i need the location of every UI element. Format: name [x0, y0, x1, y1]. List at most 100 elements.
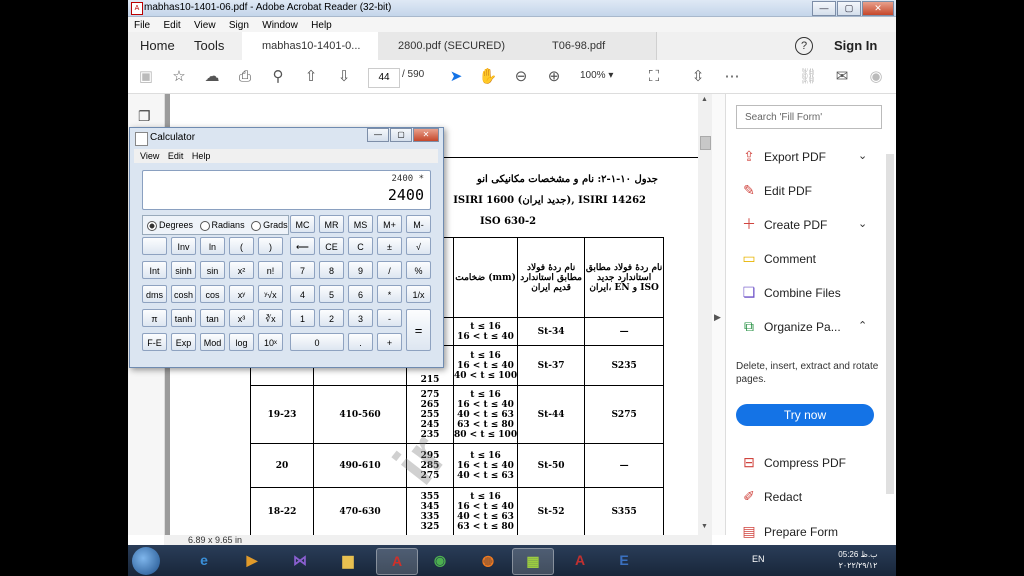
calc-key[interactable]: ( [229, 237, 254, 255]
calc-key-equals[interactable]: = [406, 309, 431, 351]
tool-combine-files[interactable]: ❏ Combine Files [740, 282, 841, 302]
zoom-level[interactable]: 100% ▾ [580, 70, 613, 81]
tool-comment[interactable]: ▭ Comment [740, 248, 816, 268]
calc-key[interactable]: cosh [171, 285, 196, 303]
taskbar-visual-studio-icon[interactable]: ⋈ [280, 548, 320, 573]
calc-key[interactable]: CE [319, 237, 344, 255]
vertical-scrollbar[interactable]: ▲ ▼ [698, 94, 712, 535]
menu-window[interactable]: Window [262, 20, 298, 31]
close-button[interactable]: ✕ [862, 1, 894, 16]
calc-close-button[interactable]: ✕ [413, 128, 439, 142]
calc-key[interactable]: Inv [171, 237, 196, 255]
calc-key[interactable]: n! [258, 261, 283, 279]
calc-menu-edit[interactable]: Edit [168, 151, 184, 161]
calc-key[interactable]: tanh [171, 309, 196, 327]
next-page-icon[interactable]: ⇩ [334, 67, 354, 87]
fit-page-icon[interactable]: ⛶ [644, 67, 664, 87]
calc-key[interactable]: sinh [171, 261, 196, 279]
calc-key[interactable]: ⟵ [290, 237, 315, 255]
taskbar-file-explorer-icon[interactable]: ▆ [328, 548, 368, 573]
calc-key[interactable]: 1/x [406, 285, 431, 303]
hand-tool-icon[interactable]: ✋ [478, 67, 498, 87]
tool-redact[interactable]: ✐ Redact [740, 486, 802, 506]
scroll-up-icon[interactable]: ▲ [701, 96, 708, 103]
calc-maximize-button[interactable]: ▢ [390, 128, 412, 142]
calc-key[interactable]: ± [377, 237, 402, 255]
calc-key[interactable]: 8 [319, 261, 344, 279]
calc-key[interactable]: Exp [171, 333, 196, 351]
email-icon[interactable]: ✉ [832, 67, 852, 87]
tool-compress-pdf[interactable]: ⊟ Compress PDF [740, 452, 846, 472]
taskbar-acrobat-icon[interactable]: A [376, 548, 418, 575]
share-link-icon[interactable]: ⛓ [798, 67, 818, 87]
calc-key[interactable]: 7 [290, 261, 315, 279]
calc-key[interactable]: Int [142, 261, 167, 279]
tool-export-pdf[interactable]: ⇪ Export PDF ⌄ [740, 146, 867, 166]
previous-page-icon[interactable]: ⇧ [301, 67, 321, 87]
calc-key[interactable]: ʸ√x [258, 285, 283, 303]
taskbar-calculator-icon[interactable]: ▦ [512, 548, 554, 575]
calc-key[interactable]: 5 [319, 285, 344, 303]
language-indicator[interactable]: EN [752, 554, 765, 564]
calc-key[interactable]: 4 [290, 285, 315, 303]
chevron-down-icon[interactable]: ⌄ [858, 214, 867, 234]
horizontal-scrollbar[interactable] [164, 535, 712, 545]
panel-collapse-icon[interactable]: ▶ [714, 312, 721, 323]
calc-key[interactable]: Mod [200, 333, 225, 351]
calc-key[interactable]: * [377, 285, 402, 303]
menu-sign[interactable]: Sign [229, 20, 249, 31]
tool-create-pdf[interactable]: ＋ Create PDF ⌄ [740, 214, 867, 234]
calc-key[interactable]: ) [258, 237, 283, 255]
calc-key-mplus[interactable]: M+ [377, 215, 402, 233]
taskbar-etabs-icon[interactable]: E [604, 548, 644, 573]
calc-key[interactable]: dms [142, 285, 167, 303]
tab-document-active[interactable]: mabhas10-1401-0... ✕ [242, 32, 397, 60]
calc-key[interactable]: tan [200, 309, 225, 327]
angle-radians[interactable]: Radians [199, 216, 245, 234]
calc-key[interactable]: 1 [290, 309, 315, 327]
tool-edit-pdf[interactable]: ✎ Edit PDF [740, 180, 812, 200]
start-button[interactable] [132, 547, 160, 575]
zoom-out-icon[interactable]: ⊖ [511, 67, 531, 87]
panel-scrollbar[interactable] [886, 154, 894, 494]
menu-view[interactable]: View [194, 20, 216, 31]
select-cursor-icon[interactable]: ➤ [446, 67, 466, 87]
calc-key[interactable]: x² [229, 261, 254, 279]
tool-prepare-form[interactable]: ▤ Prepare Form [740, 521, 838, 541]
calc-key-mr[interactable]: MR [319, 215, 344, 233]
upload-cloud-icon[interactable]: ☁ [202, 67, 222, 87]
calc-minimize-button[interactable]: — [367, 128, 389, 142]
calc-key[interactable]: log [229, 333, 254, 351]
calc-key[interactable]: 3 [348, 309, 373, 327]
tab-document[interactable]: T06-98.pdf [512, 32, 657, 60]
calc-key[interactable]: % [406, 261, 431, 279]
help-icon[interactable]: ? [795, 37, 813, 55]
calc-key[interactable]: 2 [319, 309, 344, 327]
calc-key[interactable]: 6 [348, 285, 373, 303]
user-account-icon[interactable]: ◉ [866, 67, 886, 87]
chevron-down-icon[interactable]: ⌄ [858, 146, 867, 166]
calc-key[interactable]: - [377, 309, 402, 327]
fill-form-search-input[interactable]: Search 'Fill Form' [736, 105, 882, 129]
calc-key[interactable]: . [348, 333, 373, 351]
calc-key[interactable]: F-E [142, 333, 167, 351]
calc-key-mc[interactable]: MC [290, 215, 315, 233]
calc-key[interactable]: 0 [290, 333, 344, 351]
print-icon[interactable]: ⎙ [235, 67, 255, 87]
tool-organize-pages[interactable]: ⧉ Organize Pa... ⌃ [740, 316, 867, 336]
zoom-in-icon[interactable]: ⊕ [544, 67, 564, 87]
menu-file[interactable]: File [134, 20, 150, 31]
calc-key[interactable]: π [142, 309, 167, 327]
calc-key[interactable]: ∛x [258, 309, 283, 327]
tab-tools[interactable]: Tools [194, 32, 224, 60]
right-panel-toggle[interactable]: ▶ [712, 94, 725, 535]
angle-degrees[interactable]: Degrees [147, 216, 193, 234]
calc-key[interactable]: 10ˣ [258, 333, 283, 351]
taskbar-media-player-icon[interactable]: ▶ [232, 548, 272, 573]
save-icon[interactable]: ▣ [136, 67, 156, 87]
calc-key-mminus[interactable]: M- [406, 215, 431, 233]
scroll-thumb[interactable] [700, 136, 711, 150]
calc-key[interactable] [142, 237, 167, 255]
menu-edit[interactable]: Edit [163, 20, 180, 31]
chevron-up-icon[interactable]: ⌃ [858, 316, 867, 336]
